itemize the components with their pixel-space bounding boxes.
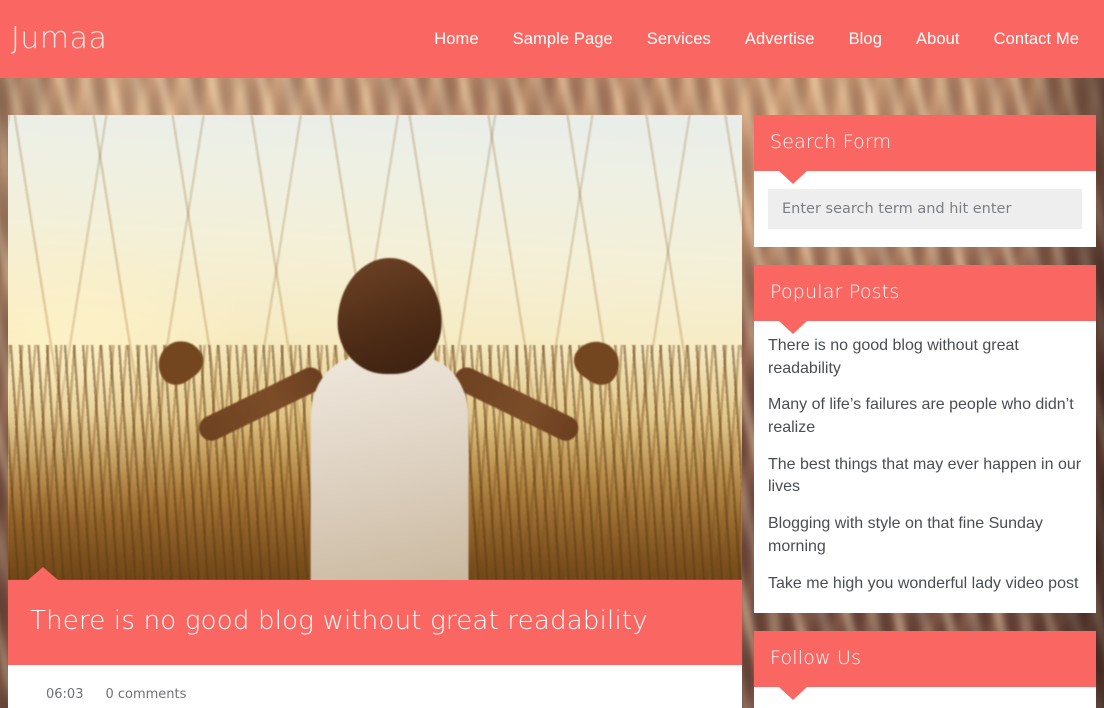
widget-follow-us: Follow Us [754, 631, 1096, 708]
widget-popular-posts: Popular Posts There is no good blog with… [754, 264, 1096, 614]
main-column: There is no good blog without great read… [8, 115, 742, 708]
child-torso [310, 358, 469, 580]
popular-post-item[interactable]: Blogging with style on that fine Sunday … [768, 513, 1082, 558]
nav-item-about[interactable]: About [899, 30, 977, 49]
sidebar: Search Form Popular Posts There is no go… [754, 115, 1096, 708]
popular-posts-list: There is no good blog without great read… [754, 320, 1096, 614]
post-comments[interactable]: 0 comments [105, 687, 186, 702]
widget-header-popular-posts: Popular Posts [754, 264, 1096, 334]
widget-header-follow-us: Follow Us [754, 631, 1096, 701]
popular-post-item[interactable]: Take me high you wonderful lady video po… [768, 573, 1082, 596]
featured-image-child-silhouette [149, 250, 628, 580]
widget-search-form: Search Form [754, 115, 1096, 247]
nav-item-services[interactable]: Services [630, 30, 728, 49]
site-brand-logo[interactable]: Jumaa [11, 24, 107, 54]
widget-header-search-form: Search Form [754, 115, 1096, 184]
nav-item-sample-page[interactable]: Sample Page [496, 30, 630, 49]
post-card: There is no good blog without great read… [8, 115, 742, 708]
primary-navigation: Home Sample Page Services Advertise Blog… [417, 30, 1096, 49]
post-meta: 06:03 0 comments [8, 665, 742, 708]
site-header: Jumaa Home Sample Page Services Advertis… [0, 0, 1104, 78]
content-area: There is no good blog without great read… [0, 78, 1104, 708]
nav-item-blog[interactable]: Blog [832, 30, 899, 49]
popular-post-item[interactable]: There is no good blog without great read… [768, 335, 1082, 380]
nav-item-home[interactable]: Home [417, 30, 495, 49]
widget-title-follow-us: Follow Us [770, 647, 862, 670]
post-title-bar: There is no good blog without great read… [8, 566, 742, 666]
page-root: Jumaa Home Sample Page Services Advertis… [0, 0, 1104, 708]
popular-post-item[interactable]: Many of life’s failures are people who d… [768, 394, 1082, 439]
search-input[interactable] [768, 188, 1082, 229]
widget-title-popular-posts: Popular Posts [770, 280, 900, 303]
popular-post-item[interactable]: The best things that may ever happen in … [768, 454, 1082, 499]
child-head [337, 258, 442, 374]
post-time: 06:03 [46, 687, 84, 703]
nav-item-advertise[interactable]: Advertise [728, 30, 832, 49]
nav-item-contact-me[interactable]: Contact Me [977, 30, 1096, 49]
post-featured-image[interactable] [8, 115, 742, 580]
post-title[interactable]: There is no good blog without great read… [30, 606, 720, 637]
widget-title-search-form: Search Form [770, 131, 892, 153]
